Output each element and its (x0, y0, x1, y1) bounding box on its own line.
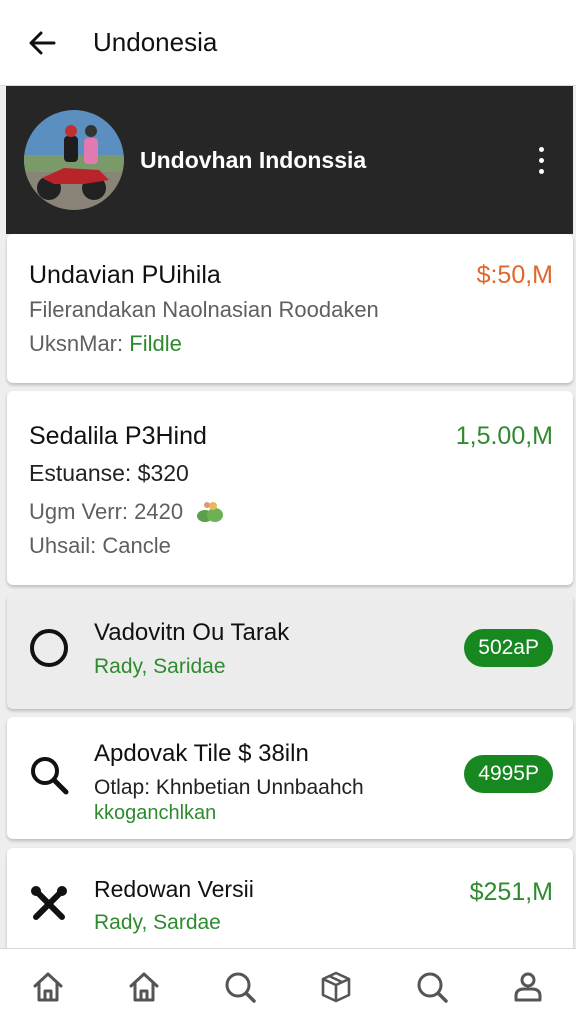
card-estimate: Estuanse: $320 (29, 460, 189, 486)
home-icon (33, 972, 63, 1002)
card-badge: 502aP (464, 629, 553, 667)
card-leading-icon (27, 882, 71, 926)
page-title: Undonesia (93, 27, 218, 57)
list-card[interactable]: Sedalila P3Hind 1,5.00,M Estuanse: $320 … (7, 391, 573, 585)
card-title: Sedalila P3Hind (29, 422, 207, 450)
top-app-bar: Undonesia (0, 0, 576, 86)
list-card[interactable]: Undavian PUihila $:50,M Filerandakan Nao… (7, 234, 573, 383)
nav-box[interactable] (304, 955, 368, 1019)
card-subtitle: Otlap: Khnbetian Unnbaahch (94, 776, 364, 799)
nav-search-2[interactable] (400, 955, 464, 1019)
home-icon (129, 972, 159, 1002)
profile-name: Undovhan Indonssia (140, 146, 367, 173)
card-badge: 4995P (464, 755, 553, 793)
card-status: Rady, Sardae (94, 911, 221, 934)
more-vertical-icon (538, 146, 544, 152)
card-title: Redowan Versii (94, 876, 254, 902)
nav-profile[interactable] (496, 955, 560, 1019)
card-title: Apdovak Tile $ 38iln (94, 740, 309, 767)
more-options-button[interactable] (511, 130, 571, 190)
list-card[interactable]: Vadovitn Ou Tarak Rady, Saridae 502aP (7, 594, 573, 709)
search-icon (225, 972, 256, 1003)
card-meta: UksnMar: Fildle (29, 331, 182, 357)
search-icon (417, 972, 448, 1003)
card-status: Uhsail: Cancle (29, 533, 171, 558)
card-title: Vadovitn Ou Tarak (94, 619, 290, 646)
search-icon (31, 757, 69, 795)
card-price: $:50,M (476, 261, 553, 289)
bottom-navigation (0, 948, 576, 1025)
box-icon (321, 971, 351, 1003)
profile-banner: Undovhan Indonssia (6, 86, 573, 234)
card-version-text: Ugm Verr: 2420 (29, 499, 184, 524)
list-card[interactable]: Apdovak Tile $ 38iln Otlap: Khnbetian Un… (7, 717, 573, 839)
nav-search[interactable] (208, 955, 272, 1019)
card-description: Filerandakan Naolnasian Roodaken (29, 297, 379, 322)
card-title: Undavian PUihila (29, 261, 221, 289)
back-arrow-icon (29, 31, 56, 54)
card-meta-label: UksnMar: (29, 331, 124, 356)
plant-icon (197, 502, 224, 522)
card-leading-icon (27, 626, 71, 670)
card-meta-value: Fildle (129, 331, 182, 356)
circle-icon (30, 629, 68, 667)
card-price: $251,M (469, 878, 553, 906)
nav-home[interactable] (16, 955, 80, 1019)
nav-home-2[interactable] (112, 955, 176, 1019)
card-version: Ugm Verr: 2420 (29, 498, 225, 526)
avatar-photo (24, 110, 124, 210)
avatar[interactable] (24, 110, 124, 210)
back-button[interactable] (0, 0, 84, 86)
card-price: 1,5.00,M (455, 422, 553, 450)
card-status: Rady, Saridae (94, 655, 226, 678)
tools-icon (31, 886, 67, 920)
card-leading-icon (27, 753, 71, 797)
card-status: kkoganchlkan (94, 802, 217, 824)
profile-icon (514, 972, 542, 1002)
